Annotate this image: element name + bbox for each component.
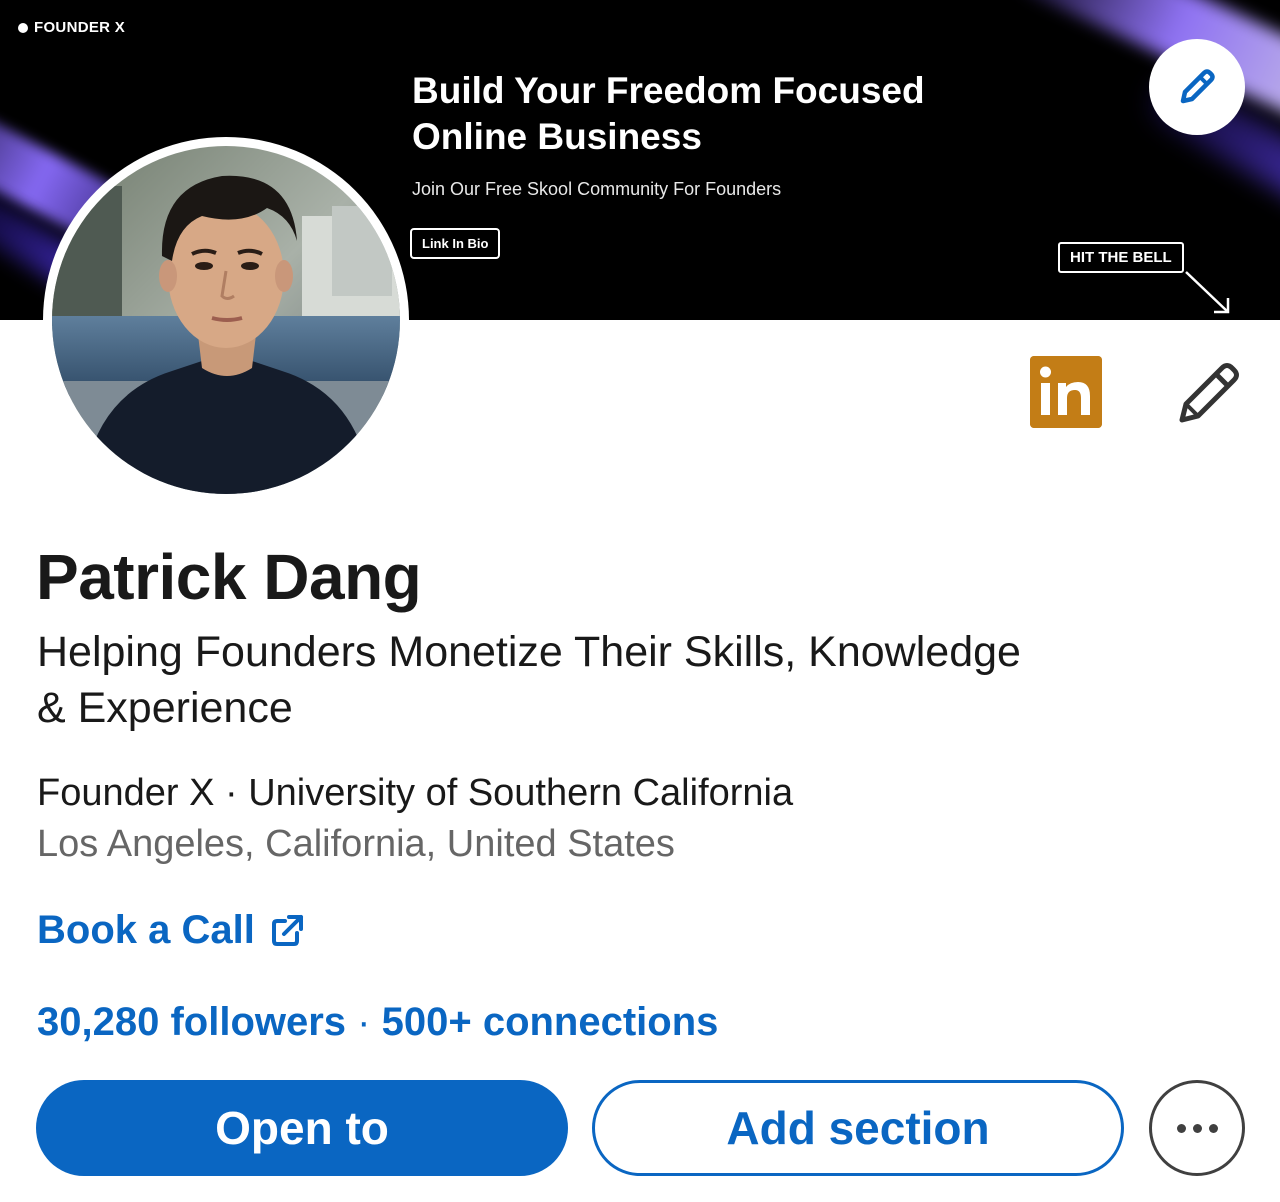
followers-link[interactable]: 30,280 followers [37,1000,346,1044]
avatar-photo [52,146,400,494]
ellipsis-dot [1208,1123,1218,1133]
profile-headline: Helping Founders Monetize Their Skills, … [37,624,1197,736]
banner-title-line: Build Your Freedom Focused [412,70,925,111]
arrow-icon [1185,271,1230,314]
profile-location: Los Angeles, California, United States [37,823,675,865]
ellipsis-dot [1176,1123,1186,1133]
headline-line: Helping Founders Monetize Their Skills, … [37,628,1021,676]
connections-link[interactable]: 500+ connections [382,1000,719,1044]
open-to-button[interactable]: Open to [36,1080,568,1176]
book-a-call-label: Book a Call [37,908,255,952]
external-link-icon [271,914,303,946]
book-a-call-link[interactable]: Book a Call [37,908,305,953]
headline-line: & Experience [37,684,293,732]
profile-name: Patrick Dang [36,541,422,613]
banner-hit-the-bell: HIT THE BELL [1058,242,1184,273]
banner-brand: FOUNDER X [18,19,125,36]
banner-title: Build Your Freedom Focused Online Busine… [412,68,972,160]
more-actions-button[interactable] [1149,1080,1245,1176]
banner-title-line: Online Business [412,116,702,157]
banner-link-in-bio: Link In Bio [410,228,501,259]
brand-dot-icon [18,22,28,33]
profile-stats: 30,280 followers · 500+ connections [37,1000,718,1045]
avatar-image [52,146,400,494]
profile-organization[interactable]: Founder X · University of Southern Calif… [37,772,793,815]
stats-separator: · [357,1000,382,1044]
banner-subtitle: Join Our Free Skool Community For Founde… [412,179,782,199]
profile-avatar[interactable] [43,137,409,503]
edit-profile-pencil-icon[interactable] [1176,360,1242,426]
ellipsis-dot [1192,1123,1202,1133]
edit-banner-button[interactable] [1149,39,1245,135]
pencil-icon [1180,69,1215,104]
brand-label: FOUNDER X [34,19,126,36]
linkedin-badge-icon[interactable] [1030,356,1102,428]
add-section-button[interactable]: Add section [592,1080,1124,1176]
